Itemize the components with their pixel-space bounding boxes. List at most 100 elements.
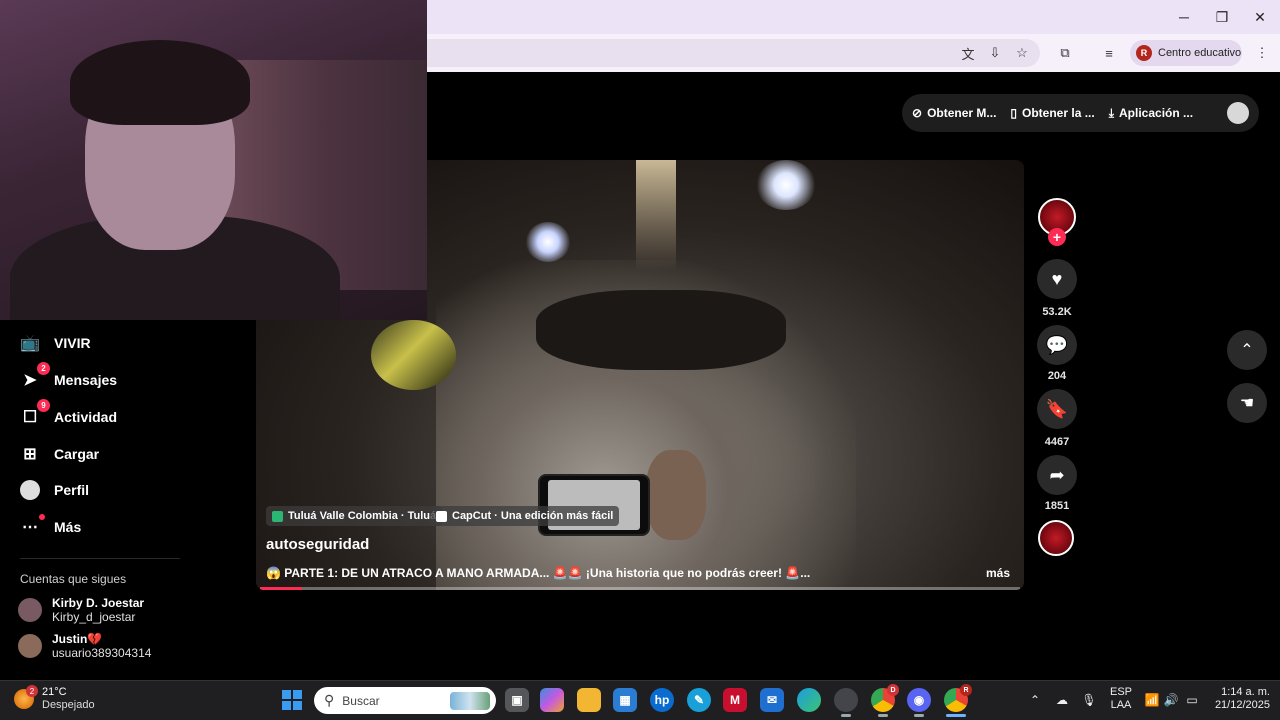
share-button[interactable]: ➦ xyxy=(1037,455,1077,495)
helmet xyxy=(371,320,456,390)
activity-icon: ☐ 9 xyxy=(20,399,50,427)
restore-icon[interactable]: ❐ xyxy=(1204,4,1240,30)
previous-video-button[interactable]: ⌃ xyxy=(1227,330,1267,370)
sidebar-item-profile[interactable]: Perfil xyxy=(20,480,89,500)
edge-icon[interactable] xyxy=(797,688,821,712)
more-button[interactable]: más xyxy=(986,566,1010,580)
like-button[interactable]: ♥ xyxy=(1037,259,1077,299)
time: 1:14 a. m. xyxy=(1221,686,1270,698)
weather-condition: Despejado xyxy=(42,699,95,711)
search-highlight-image xyxy=(450,691,490,710)
close-icon[interactable]: ✕ xyxy=(1242,4,1278,30)
settings-app-icon[interactable]: ✎ xyxy=(687,688,711,712)
chevron-up-icon[interactable]: ⌃ xyxy=(1027,692,1043,708)
profile-icon xyxy=(20,480,40,500)
outlook-icon[interactable]: ✉ xyxy=(760,688,784,712)
location-icon xyxy=(272,510,283,522)
weather-widget[interactable]: 2 21°C Despejado xyxy=(14,685,95,712)
running-indicator xyxy=(878,714,888,717)
keyboard-layout: LAA xyxy=(1110,699,1132,711)
sidebar-item-label: Perfil xyxy=(54,482,90,498)
user-avatar[interactable] xyxy=(1227,102,1249,124)
media-icon[interactable]: ≡ xyxy=(1099,44,1119,62)
music-disc[interactable] xyxy=(1038,520,1074,556)
sidebar-item-messages[interactable]: ➤ 2 Mensajes xyxy=(20,362,117,390)
mcafee-icon[interactable]: M xyxy=(723,688,747,712)
video-title[interactable]: autoseguridad xyxy=(266,536,369,553)
messages-badge: 2 xyxy=(37,362,50,375)
location-tag[interactable]: Tuluá Valle Colombia · Tuluá xyxy=(266,506,443,526)
get-coins-button[interactable]: ⊘ Obtener M... xyxy=(912,106,996,120)
video-progress[interactable] xyxy=(260,587,1020,590)
wifi-icon[interactable]: 📶 xyxy=(1144,692,1160,708)
discord-icon[interactable]: ◉ xyxy=(907,688,931,712)
language-code: ESP xyxy=(1109,686,1132,698)
sidebar-item-live[interactable]: 📺 VIVIR xyxy=(20,333,91,353)
following-username: usuario389304314 xyxy=(52,646,152,660)
weather-badge: 2 xyxy=(26,685,38,697)
copilot-icon[interactable] xyxy=(540,688,564,712)
comment-icon: 💬 xyxy=(1045,334,1069,355)
desktop-app-button[interactable]: ⤓ Aplicación ... xyxy=(1109,106,1193,121)
task-view-icon[interactable]: ▣ xyxy=(505,688,529,712)
motorcycle xyxy=(536,290,786,370)
save-button[interactable]: 🔖 xyxy=(1037,389,1077,429)
store-icon[interactable]: ▦ xyxy=(613,688,637,712)
install-icon[interactable]: ⇩ xyxy=(985,44,1005,62)
more-icon: ⋯ xyxy=(20,514,45,537)
extensions-icon[interactable]: ⧉ xyxy=(1055,44,1075,62)
profile-chip[interactable]: R Centro educativo xyxy=(1130,40,1242,66)
follow-plus-icon[interactable]: + xyxy=(1048,228,1066,246)
following-item[interactable]: Justin💔 usuario389304314 xyxy=(18,632,151,660)
chrome-gray-icon[interactable] xyxy=(834,688,858,712)
divider xyxy=(20,558,180,559)
capcut-icon xyxy=(436,510,447,522)
cloud-icon[interactable]: ☁ xyxy=(1054,692,1070,708)
clock[interactable]: 1:14 a. m. 21/12/2025 xyxy=(1208,686,1270,712)
save-count: 4467 xyxy=(1044,436,1070,448)
file-explorer-icon[interactable] xyxy=(577,688,601,712)
microphone-icon[interactable]: 🎙 xyxy=(1081,692,1097,708)
comment-count: 204 xyxy=(1047,370,1067,382)
hp-icon[interactable]: hp xyxy=(650,688,674,712)
sidebar-item-label: VIVIR xyxy=(54,335,91,351)
following-title: Cuentas que sigues xyxy=(20,572,127,586)
live-icon: 📺 xyxy=(20,335,40,352)
following-item[interactable]: Kirby D. Joestar Kirby_d_joestar xyxy=(18,596,144,624)
heart-icon: ♥ xyxy=(1051,268,1063,289)
headlight xyxy=(526,222,570,262)
location-label: Tuluá Valle Colombia · Tuluá xyxy=(288,510,437,522)
chrome-icon[interactable]: R xyxy=(944,684,972,712)
sidebar-item-upload[interactable]: ⊞ Cargar xyxy=(20,444,99,464)
next-video-button[interactable]: ☚ xyxy=(1227,383,1267,423)
capcut-tag[interactable]: CapCut · Una edición más fácil xyxy=(430,506,620,526)
menu-icon[interactable]: ⋮ xyxy=(1252,44,1272,62)
battery-icon[interactable]: ▭ xyxy=(1184,692,1200,708)
person-hair xyxy=(70,40,250,125)
streetlight xyxy=(756,160,816,210)
bookmark-icon: 🔖 xyxy=(1045,398,1069,419)
get-app-button[interactable]: ▯ Obtener la ... xyxy=(1010,106,1094,120)
chrome-badge: R xyxy=(960,684,972,696)
start-button[interactable] xyxy=(282,690,302,710)
sidebar-item-activity[interactable]: ☐ 9 Actividad xyxy=(20,399,117,427)
share-count: 1851 xyxy=(1044,500,1070,512)
hand-cursor-icon: ☚ xyxy=(1239,395,1255,412)
running-indicator xyxy=(841,714,851,717)
profile-label: Centro educativo xyxy=(1158,47,1242,59)
messages-icon: ➤ 2 xyxy=(20,362,50,390)
minimize-icon[interactable]: ─ xyxy=(1166,4,1202,30)
screen: ─ ❐ ✕ 文 ⇩ ☆ ⧉ ≡ R Centro educativo ⋮ ⊘ Ob… xyxy=(0,0,1280,720)
taskbar-search[interactable]: ⚲ Buscar xyxy=(314,687,496,714)
translate-icon[interactable]: 文 xyxy=(958,44,978,62)
comment-button[interactable]: 💬 xyxy=(1037,325,1077,365)
star-icon[interactable]: ☆ xyxy=(1012,44,1032,62)
chrome-profile-icon[interactable]: D xyxy=(871,684,899,712)
volume-icon[interactable]: 🔊 xyxy=(1163,692,1179,708)
chevron-up-icon: ⌃ xyxy=(1240,342,1254,359)
temperature: 21°C xyxy=(42,686,67,698)
search-icon: ⚲ xyxy=(324,692,335,708)
sidebar-item-more[interactable]: ⋯ Más xyxy=(20,514,81,537)
language-indicator[interactable]: ESP LAA xyxy=(1108,686,1134,712)
video-description: 😱 PARTE 1: DE UN ATRACO A MANO ARMADA...… xyxy=(266,566,811,580)
